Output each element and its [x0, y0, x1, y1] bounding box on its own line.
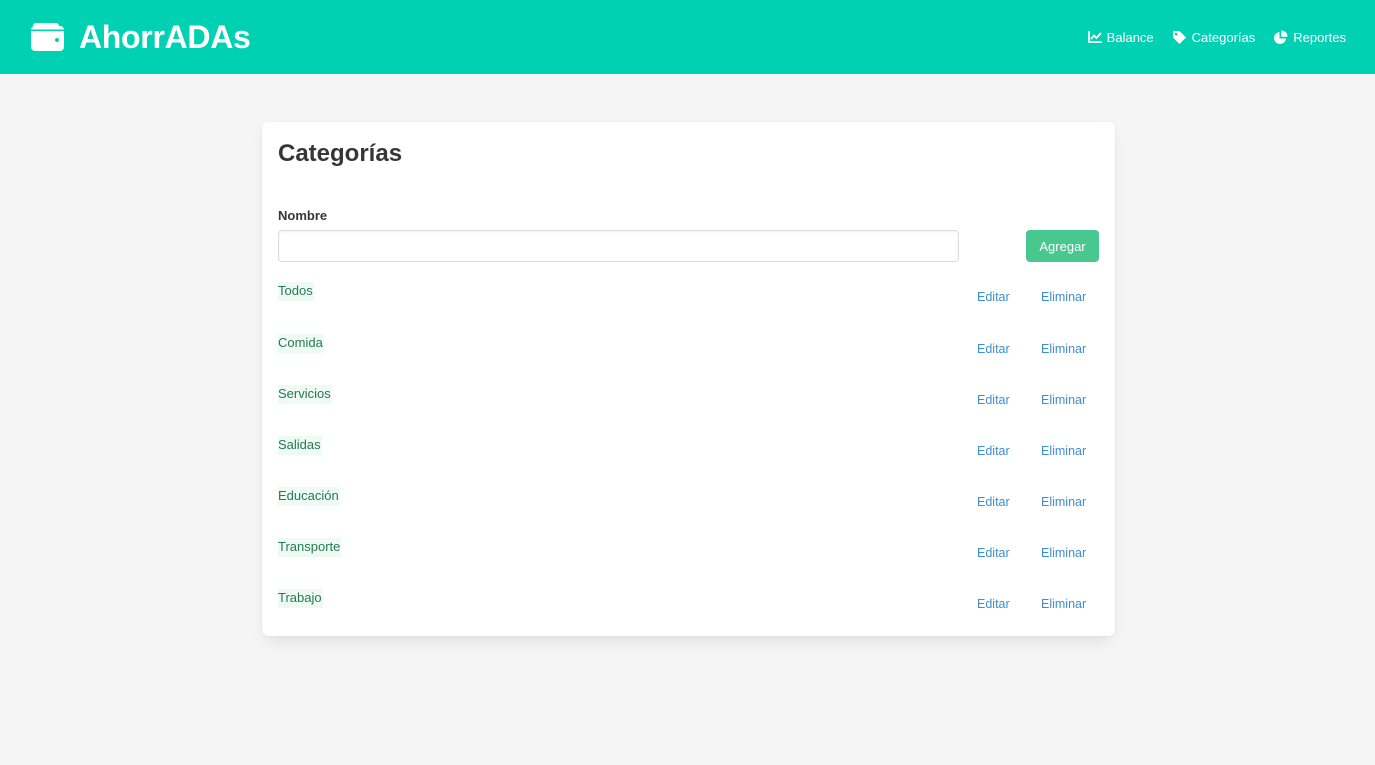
edit-button[interactable]: Editar	[977, 341, 1010, 357]
category-row: Comida Editar Eliminar	[278, 334, 1099, 364]
categories-card: Categorías Nombre Agregar Todos Editar E…	[262, 122, 1115, 636]
brand-logo-link[interactable]: AhorrADAs	[31, 19, 251, 56]
tag-icon	[1172, 30, 1186, 44]
delete-button[interactable]: Eliminar	[1041, 341, 1086, 357]
edit-button[interactable]: Editar	[977, 392, 1010, 408]
category-row: Salidas Editar Eliminar	[278, 436, 1099, 466]
nav-links: Balance Categorías Reportes	[1070, 30, 1346, 45]
name-field-label: Nombre	[278, 208, 328, 223]
page-title: Categorías	[278, 140, 403, 167]
nav-item-categorias[interactable]: Categorías	[1172, 29, 1256, 45]
edit-button[interactable]: Editar	[977, 596, 1010, 612]
nav-item-label: Balance	[1106, 29, 1154, 45]
delete-button[interactable]: Eliminar	[1041, 596, 1086, 612]
edit-button[interactable]: Editar	[977, 545, 1010, 561]
nav-item-label: Reportes	[1293, 29, 1346, 45]
edit-button[interactable]: Editar	[977, 443, 1010, 459]
category-tag: Comida	[278, 334, 324, 353]
category-tag: Trabajo	[278, 589, 323, 608]
category-row: Todos Editar Eliminar	[278, 282, 1099, 312]
category-tag: Salidas	[278, 436, 322, 455]
category-tag: Servicios	[278, 385, 332, 404]
name-input[interactable]	[278, 230, 959, 262]
category-tag: Todos	[278, 282, 314, 301]
nav-item-label: Categorías	[1191, 29, 1256, 45]
delete-button[interactable]: Eliminar	[1041, 545, 1086, 561]
wallet-icon	[31, 23, 64, 51]
add-button[interactable]: Agregar	[1026, 230, 1099, 262]
edit-button[interactable]: Editar	[977, 289, 1010, 305]
nav-item-balance[interactable]: Balance	[1087, 29, 1154, 45]
delete-button[interactable]: Eliminar	[1041, 443, 1086, 459]
pie-chart-icon	[1274, 29, 1288, 44]
delete-button[interactable]: Eliminar	[1041, 494, 1086, 510]
category-row: Transporte Editar Eliminar	[278, 538, 1099, 568]
chart-line-icon	[1087, 31, 1102, 43]
category-row: Trabajo Editar Eliminar	[278, 589, 1099, 619]
category-row: Educación Editar Eliminar	[278, 487, 1099, 517]
edit-button[interactable]: Editar	[977, 494, 1010, 510]
nav-item-reportes[interactable]: Reportes	[1273, 30, 1346, 45]
brand-title: AhorrADAs	[79, 18, 251, 55]
delete-button[interactable]: Eliminar	[1041, 289, 1086, 305]
category-tag: Educación	[278, 487, 340, 506]
category-row: Servicios Editar Eliminar	[278, 385, 1099, 415]
navbar: AhorrADAs Balance Categorías Reportes	[0, 0, 1375, 74]
category-tag: Transporte	[278, 538, 342, 557]
delete-button[interactable]: Eliminar	[1041, 392, 1086, 408]
